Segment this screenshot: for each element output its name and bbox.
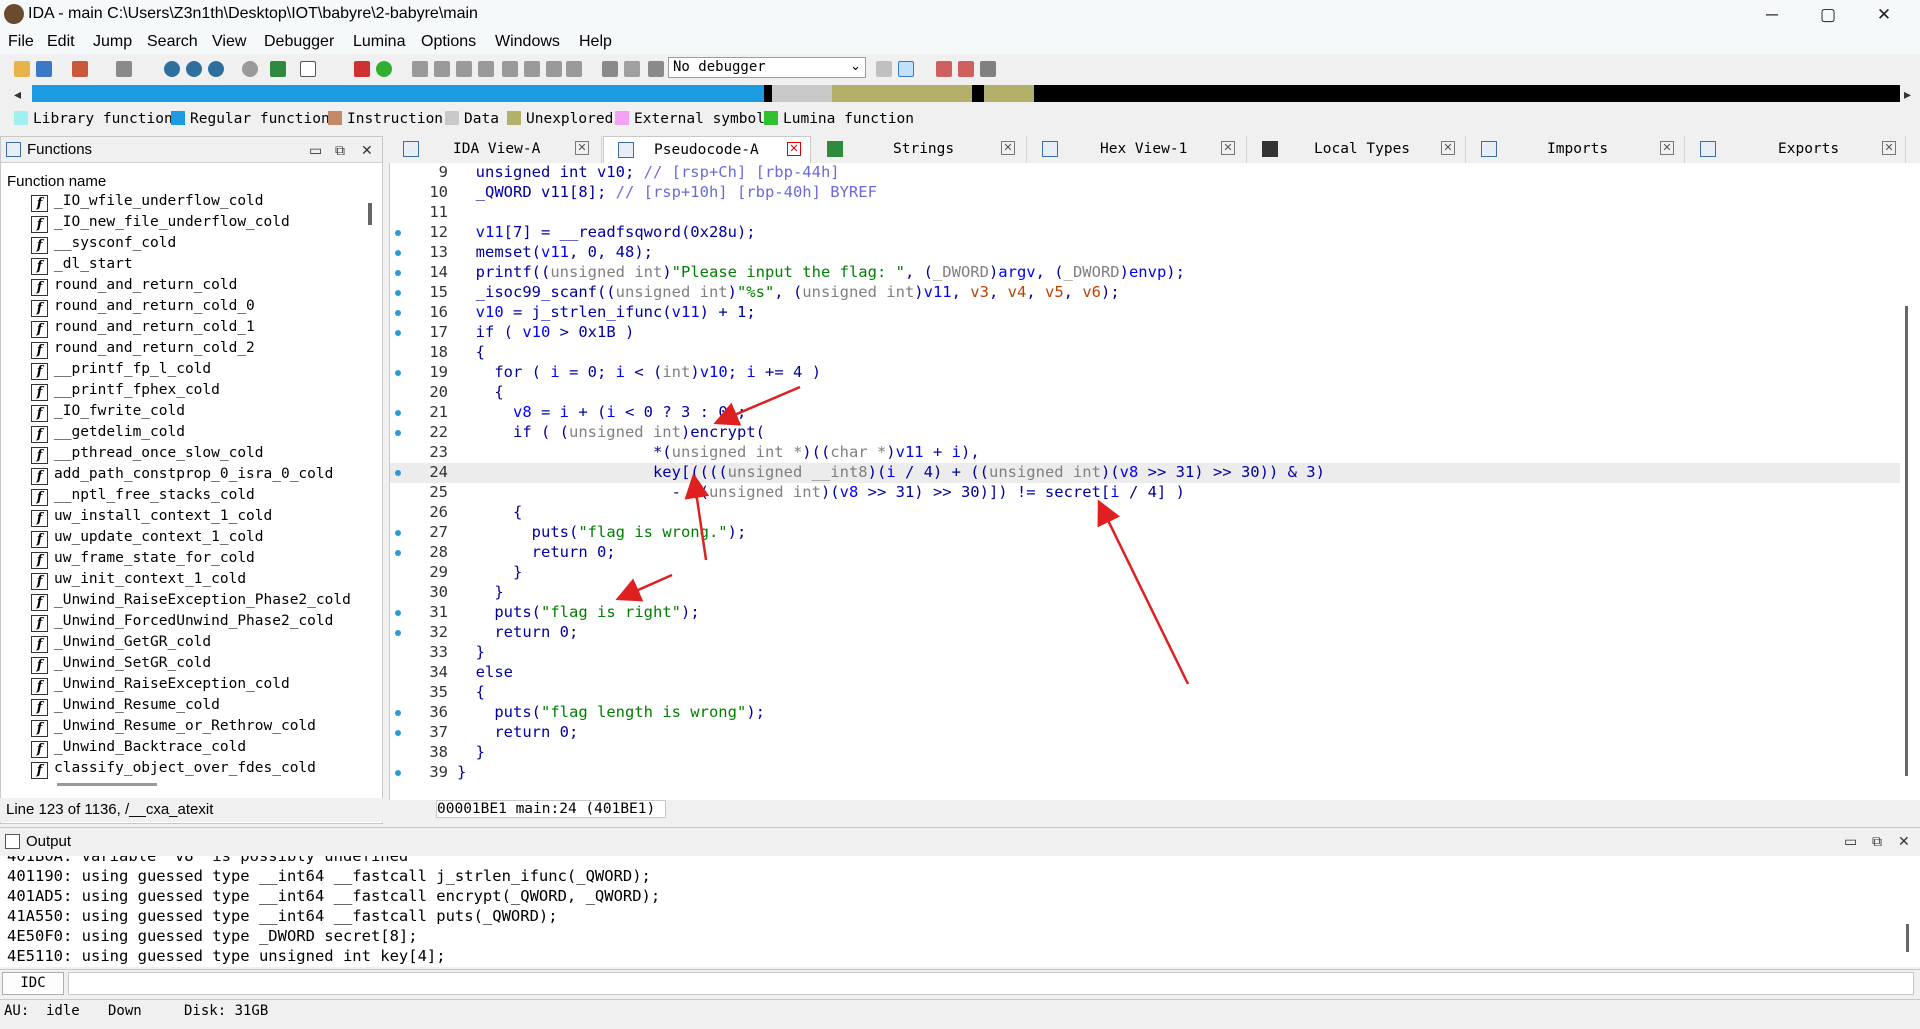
output-line: 401190: using guessed type __int64 __fas… (7, 867, 651, 885)
command-bar: IDC (0, 969, 1920, 997)
output-scrollbar[interactable] (1906, 924, 1909, 952)
panel-minimize-icon[interactable]: ▭ (1844, 833, 1857, 850)
output-line: 401AD5: using guessed type __int64 __fas… (7, 887, 661, 905)
status-au-label: AU: (4, 1003, 30, 1019)
output-line: 4E50F0: using guessed type _DWORD secret… (7, 927, 418, 945)
output-line: 41A550: using guessed type __int64 __fas… (7, 907, 558, 925)
status-disk: Disk: 31GB (184, 1003, 269, 1019)
arrow-to-encrypt (713, 385, 801, 426)
arrow-to-secret (1097, 499, 1190, 685)
output-title: Output (26, 833, 72, 850)
output-line: 401B0A: variable 'v8' is possibly undefi… (7, 856, 409, 865)
output-header: Output ▭ ⧉ ✕ (0, 827, 1920, 855)
output-icon (5, 834, 20, 849)
output-line: 4E5110: using guessed type unsigned int … (7, 947, 446, 965)
status-bar: AU: idle Down Disk: 31GB (0, 999, 1920, 1023)
idc-button[interactable]: IDC (2, 972, 64, 995)
status-direction: Down (108, 1003, 142, 1019)
arrow-to-return (615, 573, 673, 602)
panel-float-icon[interactable]: ⧉ (1872, 833, 1882, 850)
panel-close-icon[interactable]: ✕ (1898, 833, 1910, 850)
command-input[interactable] (68, 972, 1914, 995)
arrow-to-key (684, 473, 710, 561)
output-log[interactable]: 401B0A: variable 'v8' is possibly undefi… (0, 856, 1920, 967)
status-state: idle (46, 1003, 80, 1019)
